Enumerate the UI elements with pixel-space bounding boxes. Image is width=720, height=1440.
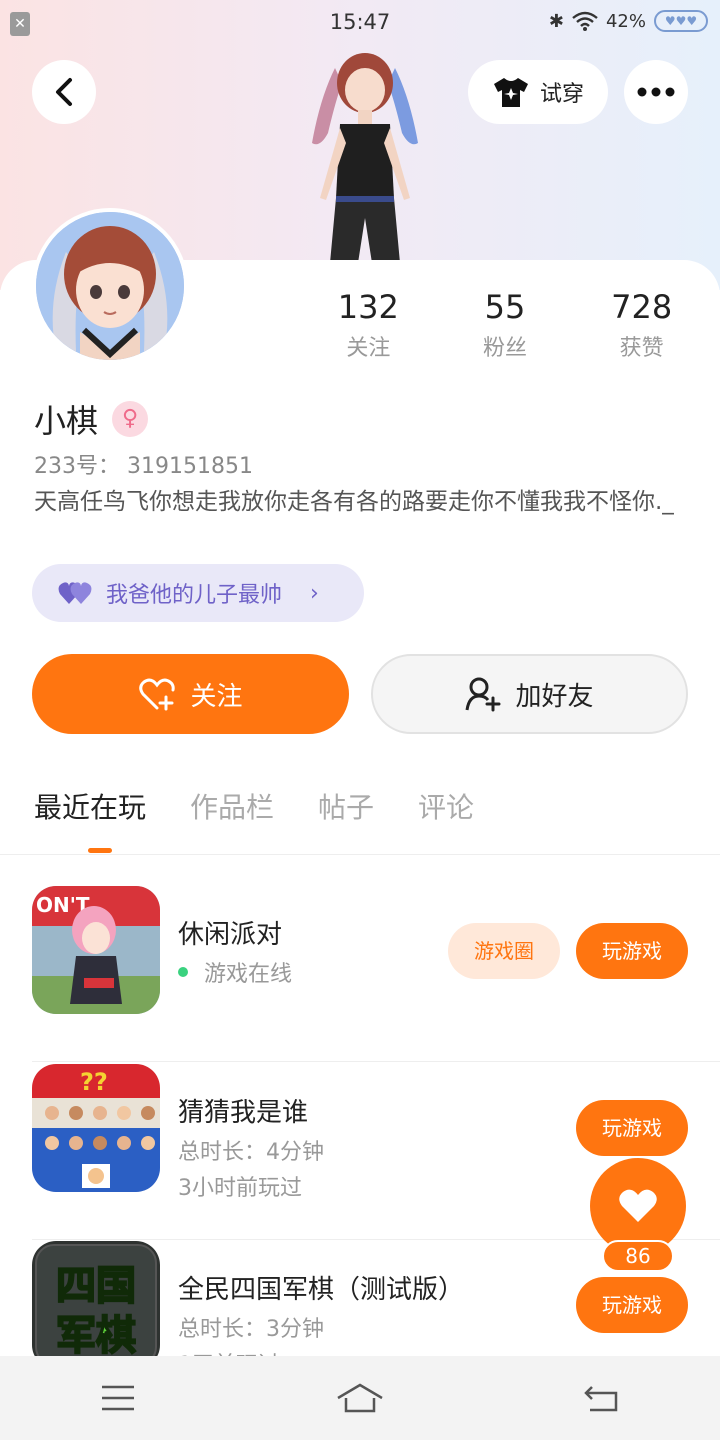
play-game-button[interactable]: 玩游戏: [576, 923, 688, 979]
profile-name: 小棋: [34, 402, 99, 440]
system-nav-bar: [0, 1356, 720, 1440]
stat-value: 55: [484, 288, 526, 326]
svg-text:??: ??: [80, 1068, 108, 1096]
back-nav-icon[interactable]: [584, 1383, 620, 1413]
uid-label: 233号：: [34, 454, 120, 479]
play-game-button[interactable]: 玩游戏: [576, 1100, 688, 1156]
game-icon-guess-who: ??: [32, 1064, 160, 1192]
more-dots-icon: [637, 87, 675, 97]
game-last-played: 3小时前玩过: [178, 1176, 302, 1201]
add-friend-button[interactable]: 加好友: [371, 654, 688, 734]
menu-icon[interactable]: [100, 1384, 136, 1412]
battery-percent: 42%: [605, 10, 646, 32]
follow-button[interactable]: 关注: [32, 654, 349, 734]
tshirt-icon: [493, 78, 528, 107]
active-tab-indicator: [88, 848, 112, 853]
profile-tabs: 最近在玩 作品栏 帖子 评论: [34, 786, 474, 826]
back-button[interactable]: [32, 60, 96, 124]
chevron-right-icon: ›: [310, 580, 319, 606]
stat-likes[interactable]: 728 获赞: [573, 288, 710, 362]
avatar-3d-figure: [312, 53, 418, 263]
stat-label: 获赞: [619, 336, 664, 361]
tab-works[interactable]: 作品栏: [190, 786, 274, 826]
bluetooth-icon: ✱: [548, 10, 564, 32]
stat-following[interactable]: 132 关注: [300, 288, 437, 362]
game-icon-army-chess: 四国 军棋: [32, 1241, 160, 1369]
game-icon-text-bottom: 军棋: [56, 1313, 136, 1359]
game-title: 猜猜我是谁: [178, 1098, 309, 1128]
tab-recent-playing[interactable]: 最近在玩: [34, 786, 146, 826]
heart-plus-icon: [139, 678, 176, 711]
game-title: 全民四国军棋（测试版）: [178, 1275, 465, 1305]
divider: [32, 1061, 720, 1062]
online-dot-icon: [178, 967, 188, 977]
battery-icon: ♥♥♥: [654, 10, 708, 32]
add-friend-label: 加好友: [515, 681, 594, 712]
game-title: 休闲派对: [178, 920, 283, 950]
tab-posts[interactable]: 帖子: [318, 786, 374, 826]
heart-icon: [619, 1189, 657, 1222]
status-bar: ✕ 15:47 ✱ 42% ♥♥♥: [0, 0, 720, 46]
avatar-portrait: [36, 212, 184, 360]
medal-badge[interactable]: 我爸他的儿子最帅 ›: [32, 564, 364, 622]
online-label: 游戏在线: [204, 962, 293, 987]
more-button[interactable]: [624, 60, 688, 124]
follow-label: 关注: [190, 681, 243, 712]
chevron-left-icon: [56, 78, 72, 106]
game-duration: 总时长：3分钟: [178, 1317, 324, 1342]
try-on-button[interactable]: 试穿: [468, 60, 608, 124]
play-game-button[interactable]: 玩游戏: [576, 1277, 688, 1333]
stat-value: 132: [337, 288, 399, 326]
game-online-status: 游戏在线: [178, 956, 292, 988]
game-icon-party: ON'T: [32, 886, 160, 1014]
stat-value: 728: [611, 288, 673, 326]
add-user-icon: [465, 677, 501, 712]
stat-followers[interactable]: 55 粉丝: [437, 288, 574, 362]
stat-label: 关注: [346, 336, 391, 361]
double-heart-icon: [58, 582, 92, 604]
like-count: 86: [602, 1240, 674, 1272]
uid-value: 319151851: [127, 454, 253, 479]
profile-uid: 233号： 319151851: [34, 448, 253, 480]
wifi-icon: [572, 11, 598, 31]
game-duration: 总时长：4分钟: [178, 1140, 324, 1165]
medal-label: 我爸他的儿子最帅: [106, 583, 283, 608]
stat-label: 粉丝: [483, 336, 528, 361]
female-gender-icon: ♀: [112, 401, 149, 437]
game-item[interactable]: ON'T 休闲派对 游戏在线 游戏圈 玩游戏: [0, 886, 720, 1062]
profile-bio: 天高任鸟飞你想走我放你走各有各的路要走你不懂我我不怪你._: [34, 489, 674, 515]
game-circle-button[interactable]: 游戏圈: [448, 923, 560, 979]
divider: [0, 854, 720, 855]
profile-stats: 132 关注 55 粉丝 728 获赞: [300, 288, 710, 362]
game-icon-text-top: 四国: [56, 1263, 136, 1309]
tab-comments[interactable]: 评论: [418, 786, 474, 826]
avatar[interactable]: [32, 208, 188, 364]
try-on-label: 试穿: [539, 82, 584, 107]
home-icon[interactable]: [336, 1382, 384, 1414]
profile-name-row: 小棋 ♀: [34, 396, 149, 442]
